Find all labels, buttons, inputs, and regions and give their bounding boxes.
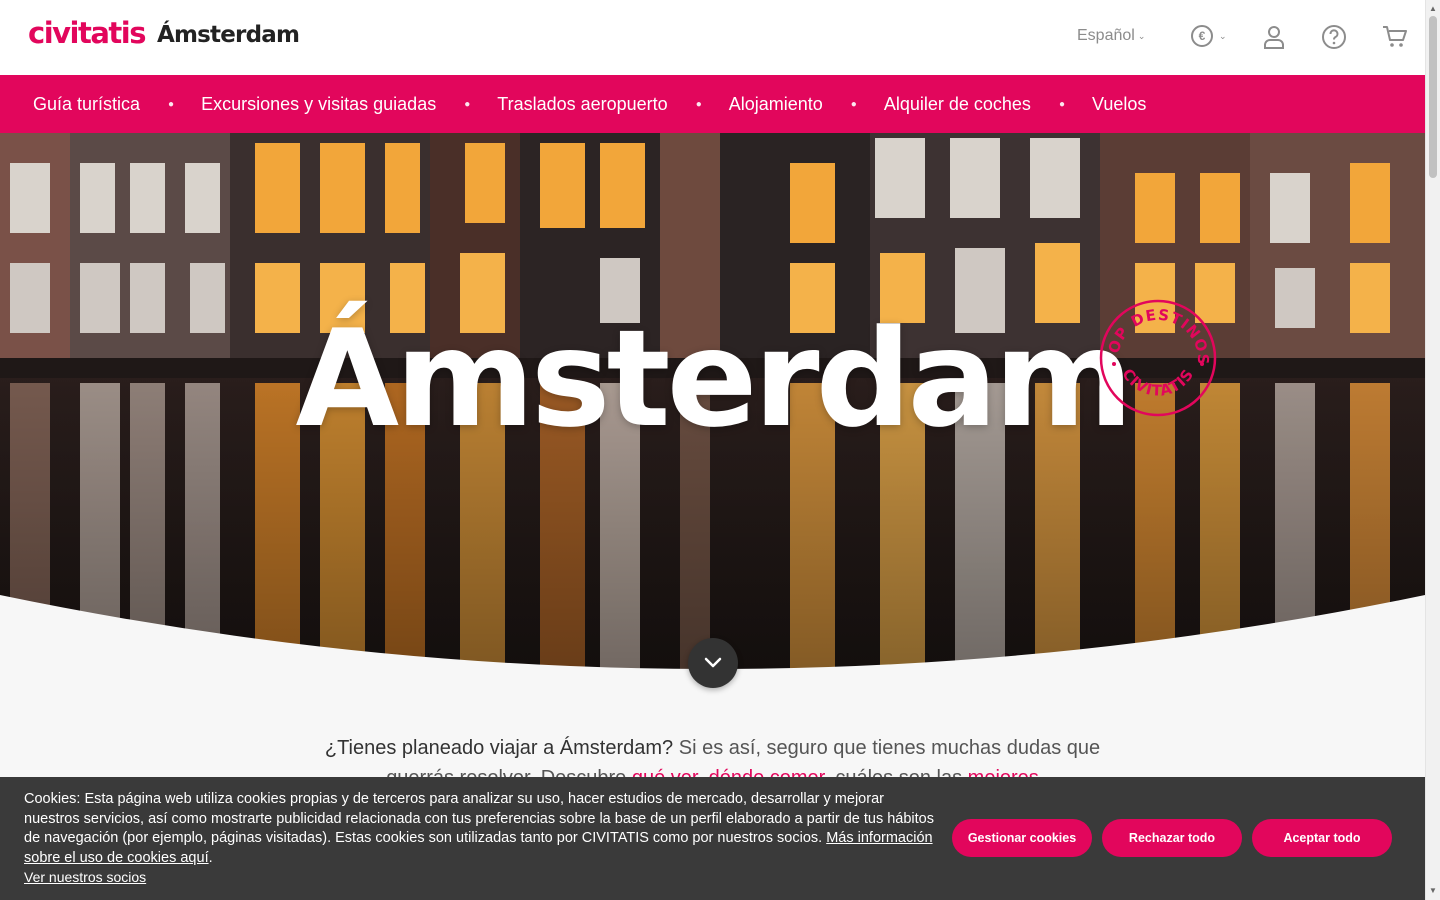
user-icon[interactable] <box>1261 24 1287 50</box>
svg-text:CIVITATIS: CIVITATIS <box>1118 365 1197 399</box>
nav-item-traslados[interactable]: Traslados aeropuerto <box>497 94 667 115</box>
main-nav: Guía turística ● Excursiones y visitas g… <box>0 75 1425 133</box>
scroll-down-icon[interactable]: ▼ <box>1429 886 1437 895</box>
chevron-down-icon: ⌄ <box>1219 30 1227 41</box>
reject-all-button[interactable]: Rechazar todo <box>1102 819 1242 857</box>
cookie-partners-link[interactable]: Ver nuestros socios <box>24 869 146 885</box>
cookie-text: Cookies: Esta página web utiliza cookies… <box>24 790 934 868</box>
accept-all-button[interactable]: Aceptar todo <box>1252 819 1392 857</box>
chevron-down-icon: ⌄ <box>1137 30 1146 41</box>
chevron-down-icon <box>704 657 722 668</box>
scrollbar-thumb[interactable] <box>1429 16 1437 178</box>
page: civitatis Ámsterdam Español ⌄ € ⌄ Guía t… <box>0 0 1425 900</box>
nav-separator: ● <box>1058 98 1065 110</box>
badge-top-text: TOP DESTINOS <box>1098 298 1211 366</box>
nav-item-alquiler[interactable]: Alquiler de coches <box>884 94 1031 115</box>
city-title: Ámsterdam <box>157 22 300 48</box>
nav-separator: ● <box>464 98 471 110</box>
help-icon[interactable] <box>1321 24 1347 50</box>
top-destinos-badge: TOP DESTINOS CIVITATIS <box>1098 298 1217 417</box>
language-selector[interactable]: Español ⌄ <box>1077 27 1145 45</box>
nav-separator: ● <box>850 98 857 110</box>
language-label: Español <box>1077 27 1135 44</box>
nav-separator: ● <box>168 98 175 110</box>
euro-icon: € <box>1191 25 1213 47</box>
badge-bottom-text: CIVITATIS <box>1118 365 1196 399</box>
nav-item-vuelos[interactable]: Vuelos <box>1092 94 1146 115</box>
cookie-banner: Cookies: Esta página web utiliza cookies… <box>0 777 1425 900</box>
civitatis-logo[interactable]: civitatis <box>28 16 146 50</box>
page-scrollbar[interactable]: ▲ ▼ <box>1425 0 1440 900</box>
nav-item-alojamiento[interactable]: Alojamiento <box>729 94 823 115</box>
scroll-down-button[interactable] <box>688 638 738 688</box>
manage-cookies-button[interactable]: Gestionar cookies <box>952 819 1092 857</box>
hero-banner: Ámsterdam TOP DESTINOS CIVITATIS <box>0 133 1425 673</box>
nav-item-excursiones[interactable]: Excursiones y visitas guiadas <box>201 94 436 115</box>
header: civitatis Ámsterdam Español ⌄ € ⌄ <box>0 0 1425 75</box>
intro-lead: ¿Tienes planeado viajar a Ámsterdam? <box>324 737 674 759</box>
nav-separator: ● <box>695 98 702 110</box>
cart-icon[interactable] <box>1382 24 1408 50</box>
currency-selector[interactable]: € ⌄ <box>1191 25 1227 47</box>
cookie-description: Cookies: Esta página web utiliza cookies… <box>24 791 934 846</box>
svg-text:TOP DESTINOS: TOP DESTINOS <box>1098 298 1212 366</box>
cookie-period: . <box>208 849 213 866</box>
nav-item-guia[interactable]: Guía turística <box>33 94 140 115</box>
scroll-up-icon[interactable]: ▲ <box>1429 4 1437 13</box>
